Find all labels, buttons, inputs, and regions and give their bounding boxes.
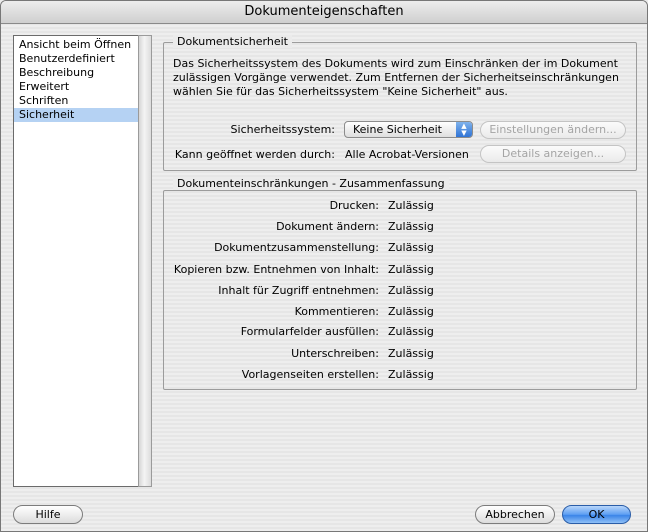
security-system-popup[interactable]: Keine Sicherheit ▲ ▼ — [344, 121, 473, 138]
openable-by-value: Alle Acrobat-Versionen — [345, 148, 469, 161]
show-details-button[interactable]: Details anzeigen... — [480, 145, 626, 163]
category-list[interactable]: Ansicht beim Öffnen Benutzerdefiniert Be… — [13, 35, 139, 487]
restriction-label-comment: Kommentieren: — [294, 305, 379, 318]
restriction-value-copy: Zulässig — [388, 263, 434, 276]
cancel-button[interactable]: Abbrechen — [475, 505, 555, 524]
restriction-value-comment: Zulässig — [388, 305, 434, 318]
security-group-title: Dokumentsicherheit — [173, 35, 292, 48]
openable-by-label: Kann geöffnet werden durch: — [174, 148, 335, 161]
security-system-value: Keine Sicherheit — [353, 123, 442, 136]
popup-arrows-icon: ▲ ▼ — [456, 122, 472, 137]
restriction-label-modify: Dokument ändern: — [276, 220, 379, 233]
restriction-value-print: Zulässig — [388, 199, 434, 212]
restriction-value-sign: Zulässig — [388, 347, 434, 360]
sidebar-item-sicherheit[interactable]: Sicherheit — [14, 108, 138, 122]
restriction-label-assembly: Dokumentzusammenstellung: — [214, 241, 379, 254]
restriction-label-accessibility: Inhalt für Zugriff entnehmen: — [218, 284, 379, 297]
help-button[interactable]: Hilfe — [13, 505, 83, 524]
restriction-value-accessibility: Zulässig — [388, 284, 434, 297]
restriction-value-modify: Zulässig — [388, 220, 434, 233]
restriction-value-forms: Zulässig — [388, 325, 434, 338]
restriction-value-assembly: Zulässig — [388, 241, 434, 254]
restriction-label-copy: Kopieren bzw. Entnehmen von Inhalt: — [173, 263, 379, 276]
security-system-label: Sicherheitssystem: — [230, 123, 335, 136]
restriction-label-print: Drucken: — [329, 199, 379, 212]
ok-button[interactable]: OK — [562, 505, 631, 524]
sidebar-item-beschreibung[interactable]: Beschreibung — [14, 66, 138, 80]
restriction-value-templates: Zulässig — [388, 368, 434, 381]
sidebar-item-ansicht[interactable]: Ansicht beim Öffnen — [14, 38, 138, 52]
restriction-label-sign: Unterschreiben: — [291, 347, 379, 360]
restrictions-group-title: Dokumenteinschränkungen - Zusammenfassun… — [173, 177, 449, 190]
sidebar-scrollbar[interactable] — [138, 35, 152, 487]
change-settings-button[interactable]: Einstellungen ändern... — [480, 121, 626, 139]
sidebar-item-benutzerdefiniert[interactable]: Benutzerdefiniert — [14, 52, 138, 66]
security-description: Das Sicherheitssystem des Dokuments wird… — [173, 57, 619, 98]
sidebar-item-erweitert[interactable]: Erweitert — [14, 80, 138, 94]
restriction-label-forms: Formularfelder ausfüllen: — [240, 325, 379, 338]
sidebar-item-schriften[interactable]: Schriften — [14, 94, 138, 108]
restriction-label-templates: Vorlagenseiten erstellen: — [241, 368, 379, 381]
window-title: Dokumenteigenschaften — [1, 1, 647, 24]
dialog-window: Dokumenteigenschaften Ansicht beim Öffne… — [0, 0, 648, 532]
